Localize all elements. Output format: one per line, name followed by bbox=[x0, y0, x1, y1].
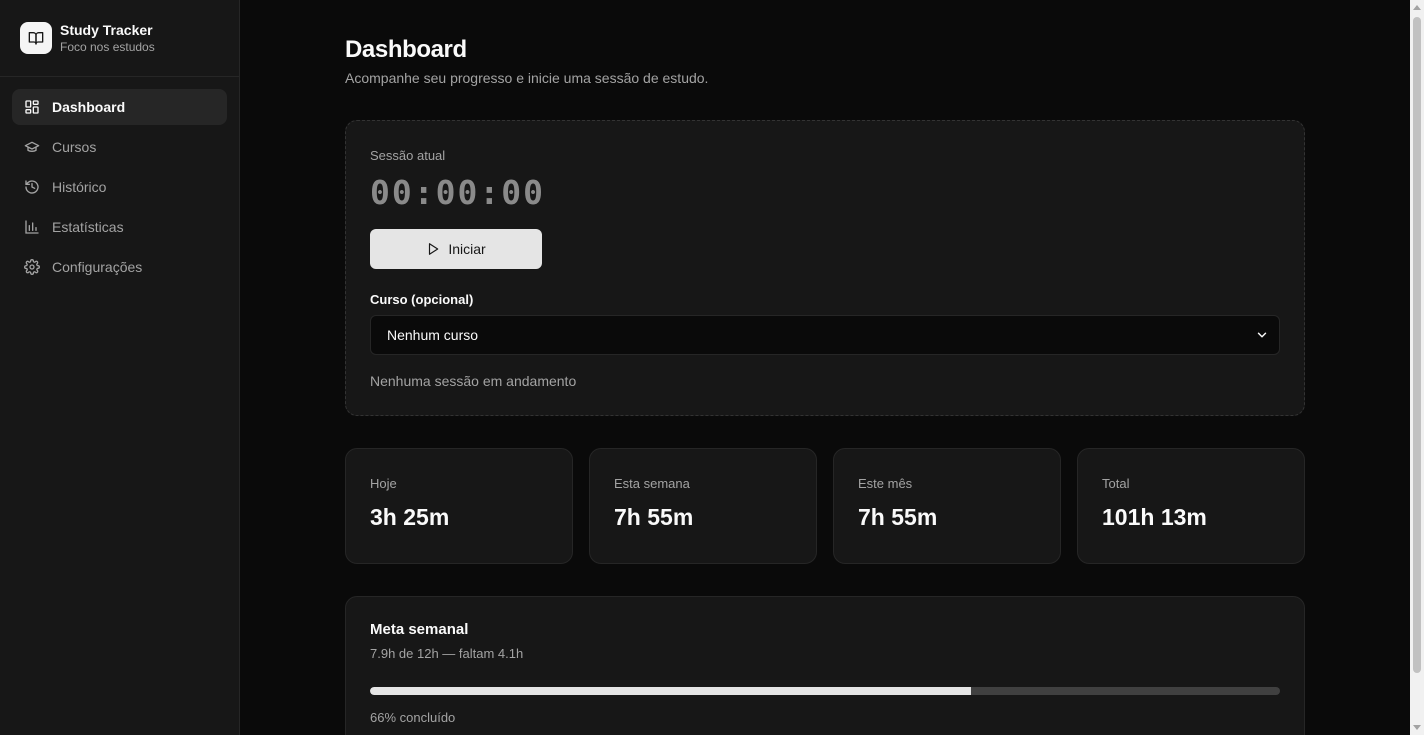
goal-progress-bar bbox=[370, 687, 1280, 695]
goal-title: Meta semanal bbox=[370, 621, 469, 638]
goal-detail: 7.9h de 12h — faltam 4.1h bbox=[370, 646, 524, 661]
session-card: Sessão atual 00:00:00 Iniciar Curso (opc… bbox=[345, 120, 1305, 416]
start-session-label: Iniciar bbox=[448, 241, 486, 257]
sidebar: Study Tracker Foco nos estudos Dashboard… bbox=[0, 0, 240, 735]
scroll-thumb[interactable] bbox=[1413, 17, 1421, 673]
session-status: Nenhuma sessão em andamento bbox=[370, 373, 577, 389]
stat-label: Este mês bbox=[858, 476, 913, 491]
graduation-cap-icon bbox=[24, 139, 40, 155]
sidebar-item-configuracoes[interactable]: Configurações bbox=[12, 249, 227, 285]
stat-card-mes: Este mês 7h 55m bbox=[833, 448, 1061, 564]
stat-card-semana: Esta semana 7h 55m bbox=[589, 448, 817, 564]
scroll-down-icon[interactable] bbox=[1413, 725, 1421, 730]
course-label: Curso (opcional) bbox=[370, 292, 474, 307]
page-scrollbar[interactable] bbox=[1410, 0, 1424, 735]
sidebar-item-cursos[interactable]: Cursos bbox=[12, 129, 227, 165]
goal-progress-label: 66% concluído bbox=[370, 710, 456, 725]
start-session-button[interactable]: Iniciar bbox=[370, 229, 542, 269]
book-open-icon bbox=[20, 22, 52, 54]
brand: Study Tracker Foco nos estudos bbox=[0, 0, 239, 77]
stat-value: 7h 55m bbox=[858, 504, 938, 530]
history-icon bbox=[24, 179, 40, 195]
page-title: Dashboard bbox=[345, 36, 467, 63]
sidebar-item-label: Cursos bbox=[52, 139, 97, 155]
app-title: Study Tracker bbox=[60, 21, 153, 38]
sidebar-item-label: Estatísticas bbox=[52, 219, 124, 235]
app-subtitle: Foco nos estudos bbox=[60, 39, 155, 54]
stat-card-hoje: Hoje 3h 25m bbox=[345, 448, 573, 564]
stat-value: 7h 55m bbox=[614, 504, 694, 530]
sidebar-item-label: Configurações bbox=[52, 259, 143, 275]
main-content: Dashboard Acompanhe seu progresso e inic… bbox=[240, 0, 1410, 735]
sidebar-nav: Dashboard Cursos Histórico Estatísticas … bbox=[0, 77, 239, 285]
stat-value: 101h 13m bbox=[1102, 504, 1207, 530]
bar-chart-icon bbox=[24, 219, 40, 235]
sidebar-item-label: Dashboard bbox=[52, 99, 126, 115]
stat-label: Hoje bbox=[370, 476, 397, 491]
sidebar-item-historico[interactable]: Histórico bbox=[12, 169, 227, 205]
session-label: Sessão atual bbox=[370, 148, 446, 163]
goal-progress-fill bbox=[370, 687, 971, 695]
session-timer: 00:00:00 bbox=[370, 173, 545, 212]
sidebar-item-dashboard[interactable]: Dashboard bbox=[12, 89, 227, 125]
course-select-value: Nenhum curso bbox=[387, 327, 479, 343]
stat-label: Esta semana bbox=[614, 476, 690, 491]
scroll-up-icon[interactable] bbox=[1413, 5, 1421, 10]
page-subtitle: Acompanhe seu progresso e inicie uma ses… bbox=[345, 70, 709, 86]
chevron-down-icon bbox=[1255, 328, 1269, 342]
sidebar-item-estatisticas[interactable]: Estatísticas bbox=[12, 209, 227, 245]
stat-value: 3h 25m bbox=[370, 504, 450, 530]
play-icon bbox=[426, 242, 440, 256]
dashboard-grid-icon bbox=[24, 99, 40, 115]
stat-card-total: Total 101h 13m bbox=[1077, 448, 1305, 564]
stat-label: Total bbox=[1102, 476, 1130, 491]
weekly-goal-card: Meta semanal 7.9h de 12h — faltam 4.1h 6… bbox=[345, 596, 1305, 735]
gear-icon bbox=[24, 259, 40, 275]
sidebar-item-label: Histórico bbox=[52, 179, 107, 195]
course-select[interactable]: Nenhum curso bbox=[370, 315, 1280, 355]
